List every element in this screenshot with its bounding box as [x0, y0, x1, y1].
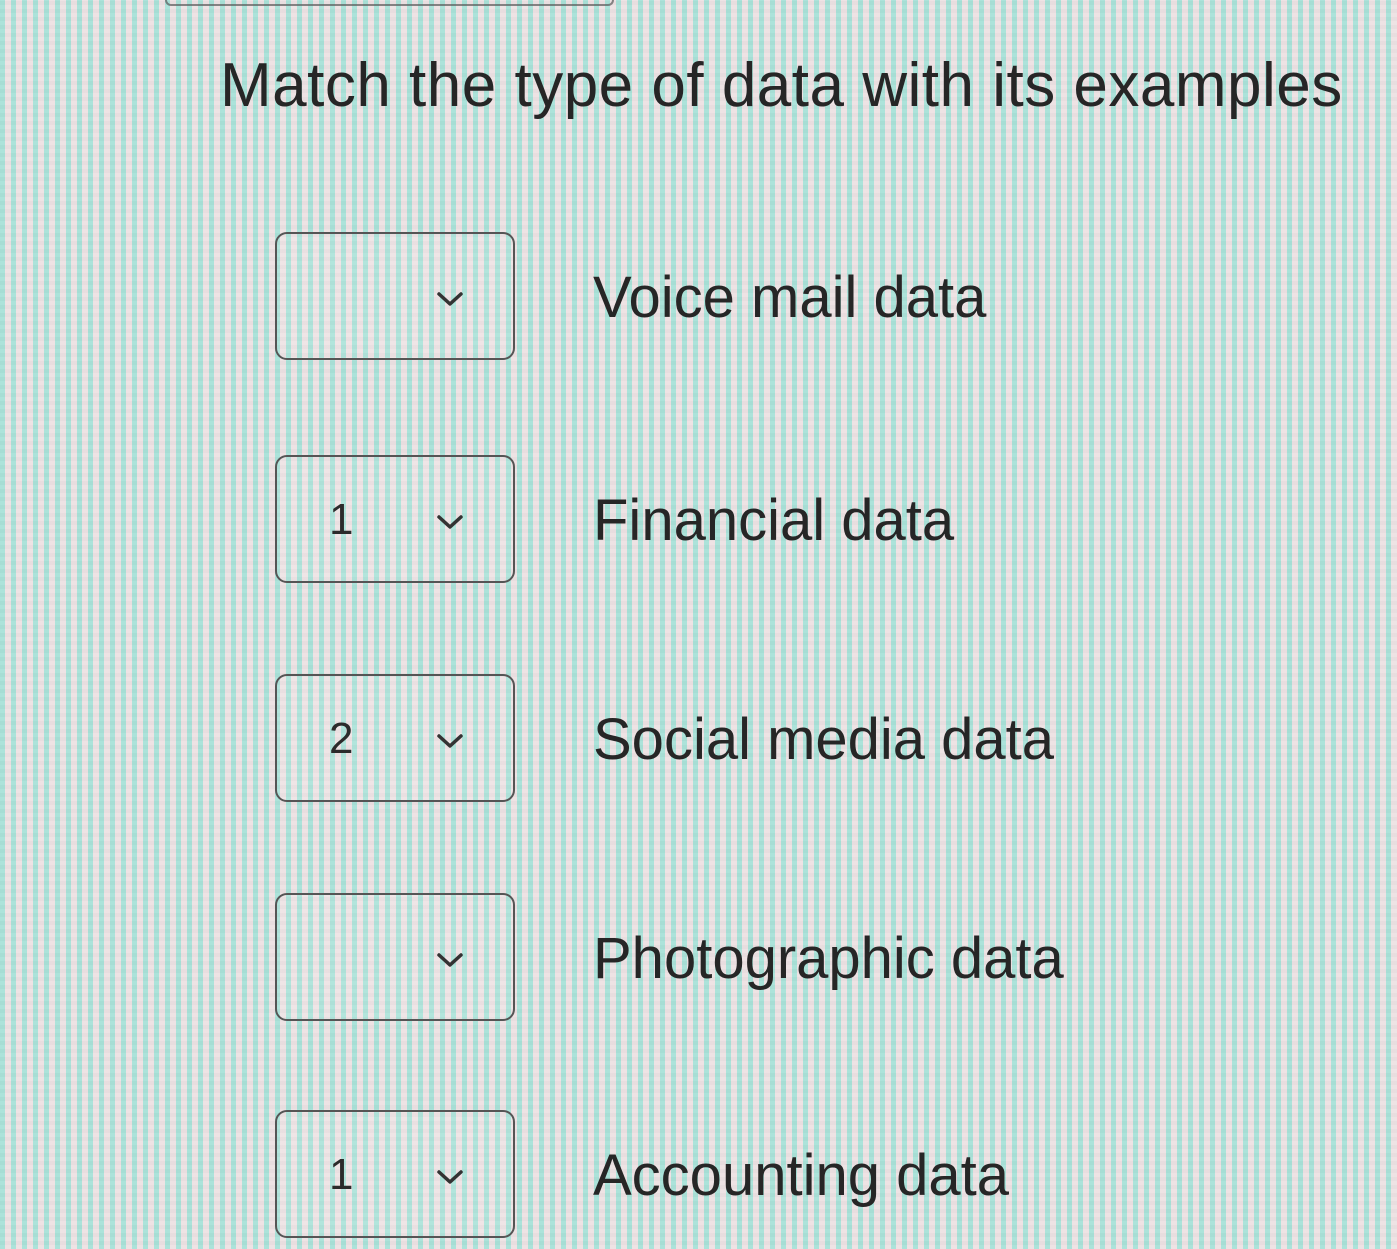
example-label-financial: Financial data: [593, 488, 955, 553]
chevron-down-icon: [437, 953, 463, 967]
select-value: 2: [329, 714, 354, 763]
match-row-accounting: 1 Accounting data: [275, 1110, 1175, 1244]
chevron-down-icon: [437, 515, 463, 529]
match-row-social-media: 2 Social media data: [275, 674, 1175, 808]
example-label-social-media: Social media data: [593, 707, 1055, 772]
answer-select-voice-mail[interactable]: [275, 232, 515, 360]
previous-element-edge: [165, 0, 614, 6]
question-title: Match the type of data with its examples: [220, 51, 1343, 120]
answer-select-social-media[interactable]: 2: [275, 674, 515, 802]
match-row-financial: 1 Financial data: [275, 455, 1175, 589]
example-label-accounting: Accounting data: [593, 1143, 1009, 1208]
example-label-voice-mail: Voice mail data: [593, 265, 987, 330]
match-row-photographic: Photographic data: [275, 893, 1175, 1027]
chevron-down-icon: [437, 734, 463, 748]
chevron-down-icon: [437, 1170, 463, 1184]
answer-select-photographic[interactable]: [275, 893, 515, 1021]
example-label-photographic: Photographic data: [593, 926, 1064, 991]
answer-select-accounting[interactable]: 1: [275, 1110, 515, 1238]
chevron-down-icon: [437, 292, 463, 306]
select-value: 1: [329, 495, 354, 544]
select-value: 1: [329, 1150, 354, 1199]
answer-select-financial[interactable]: 1: [275, 455, 515, 583]
match-row-voice-mail: Voice mail data: [275, 232, 1175, 366]
